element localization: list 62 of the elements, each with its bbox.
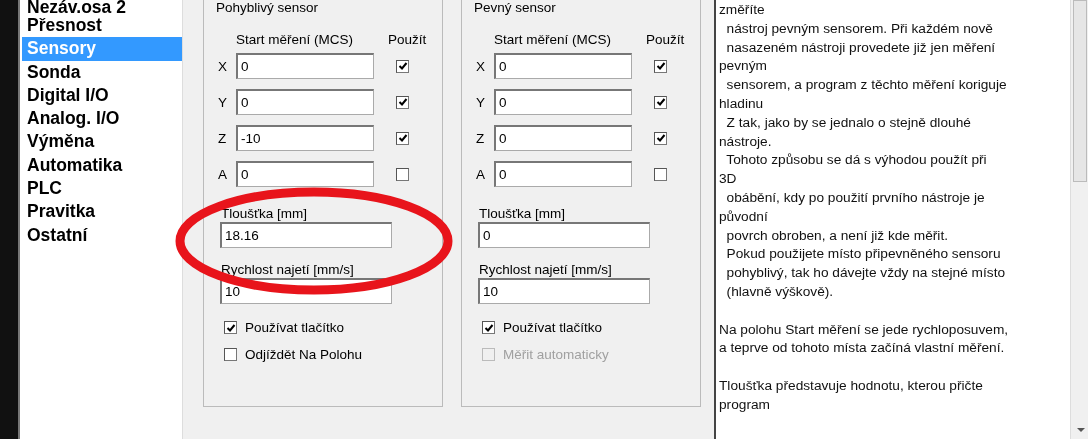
nav-item[interactable]: Analog. I/O — [22, 107, 182, 131]
column-label: Použít — [388, 31, 427, 47]
nav-item[interactable]: Nezáv.osa 2 — [22, 0, 182, 14]
input-field[interactable]: 18.16 — [220, 222, 392, 248]
axis-label: A — [476, 166, 486, 182]
input-field[interactable]: 0 — [494, 161, 632, 187]
column-label: Použít — [646, 31, 685, 47]
input-field[interactable]: 0 — [236, 89, 374, 115]
axis-label: Y — [218, 94, 228, 110]
help-text-line: povrch obroben, a není již kde měřit. — [725, 226, 949, 245]
help-text-line: program — [719, 395, 771, 414]
checkbox-label[interactable]: Používat tlačítko — [245, 320, 345, 335]
help-text-line: nasazeném nástroji provedete již jen měření — [725, 38, 997, 57]
help-text-line: (hlavně výškově). — [725, 282, 835, 301]
axis-label: Z — [218, 130, 228, 146]
help-text-line: Pokud použijete místo připevněného sensoru — [725, 245, 1002, 264]
help-text-line: nástroje. — [719, 132, 773, 151]
input-field[interactable]: 0 — [494, 89, 632, 115]
group-title: Pevný sensor — [474, 1, 556, 15]
help-text-line: změříte — [719, 1, 766, 19]
checkbox-label[interactable]: Používat tlačítko — [503, 320, 603, 335]
input-field[interactable]: -10 — [236, 125, 374, 151]
nav-item[interactable]: Přesnost — [22, 14, 182, 38]
axis-label: Y — [476, 94, 486, 110]
field-label: Rychlost najetí [mm/s] — [221, 262, 355, 277]
axis-label: X — [218, 58, 228, 74]
input-field[interactable]: 0 — [236, 53, 374, 79]
help-text-line: pevným — [719, 57, 768, 76]
help-text-line: Na polohu Start měření se jede rychloposuvem, — [719, 320, 1010, 339]
field-label: Tloušťka [mm] — [221, 206, 309, 221]
help-text-line: 3D — [719, 170, 738, 189]
help-text-line: původní — [719, 207, 769, 226]
axis-label: A — [218, 166, 228, 182]
nav-item[interactable]: Ostatní — [22, 223, 182, 247]
help-text-line: hladinu — [719, 95, 765, 113]
field-label: Tloušťka [mm] — [479, 206, 567, 221]
help-text-line: sensorem, a program z těchto měření koriguje — [725, 76, 1008, 95]
nav-item[interactable]: Pravitka — [22, 200, 182, 224]
nav-item[interactable]: Automatika — [22, 153, 182, 178]
input-field[interactable]: 0 — [478, 222, 650, 248]
axis-label: X — [476, 58, 486, 74]
input-field[interactable]: 0 — [236, 161, 374, 187]
help-text-line: pohyblivý, tak ho dávejte vždy na stejné místo — [725, 264, 1007, 283]
input-field[interactable]: 0 — [494, 53, 632, 79]
nav-item[interactable]: Sonda — [22, 60, 182, 84]
help-text-line: Z tak, jako by se jednalo o stejně dlouhé — [725, 113, 972, 132]
input-field[interactable]: 0 — [494, 125, 632, 151]
help-text-line: Tloušťka představuje hodnotu, kterou přičte — [719, 376, 984, 395]
field-label: Rychlost najetí [mm/s] — [479, 262, 613, 277]
axis-label: Z — [476, 130, 486, 146]
checkbox-label[interactable]: Odjíždět Na Polohu — [245, 347, 363, 362]
group-title: Pohyblivý sensor — [216, 1, 319, 15]
column-label: Start měření (MCS) — [494, 31, 613, 47]
help-text-line: a teprve od tohoto místa začíná vlastní měření. — [719, 339, 1006, 358]
help-text-line: Tohoto způsobu se dá s výhodou použít při — [725, 151, 988, 170]
input-field[interactable]: 10 — [478, 278, 650, 304]
help-text-line: nástroj pevným sensorem. Při každém nově — [725, 19, 994, 38]
nav-item[interactable]: Digital I/O — [22, 83, 182, 108]
help-text-line: obábění, kdy po použití prvního nástroje je — [725, 188, 986, 207]
column-label: Start měření (MCS) — [236, 31, 355, 47]
nav-item[interactable]: Výměna — [22, 130, 182, 154]
nav-item[interactable]: PLC — [22, 177, 182, 201]
